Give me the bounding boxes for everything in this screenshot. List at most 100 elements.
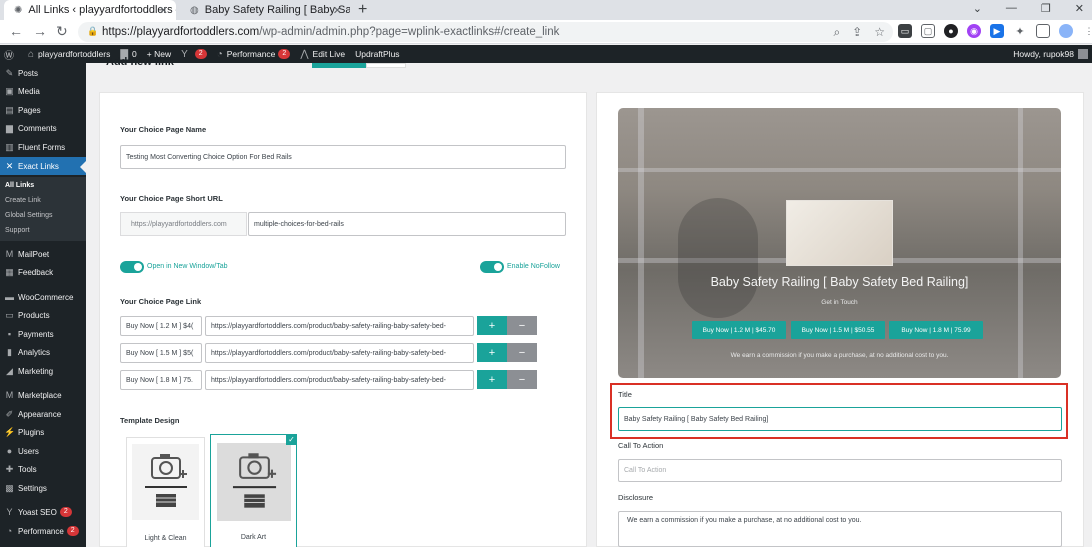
remove-link-button[interactable]: − xyxy=(507,343,537,362)
link-text-input[interactable]: Buy Now [ 1.2 M ] $4( xyxy=(120,316,202,336)
home-icon: ⌂ xyxy=(28,48,35,60)
remove-link-button[interactable]: − xyxy=(507,370,537,389)
template-thumbnail xyxy=(217,443,291,521)
choice-page-name-input[interactable]: Testing Most Converting Choice Option Fo… xyxy=(120,145,566,169)
browser-tab-bar: ✺ All Links ‹ playyardfortoddlers — ✕ ◍ … xyxy=(0,0,1092,20)
template-dark-art[interactable]: ✓ Dark Art xyxy=(210,434,297,547)
preview-product-image xyxy=(786,200,893,266)
sidebar-item-marketing[interactable]: ◢ Marketing xyxy=(0,362,86,380)
header-button-primary[interactable] xyxy=(312,63,366,68)
preview-bg-rail xyxy=(1018,108,1023,378)
sidebar-item-comments[interactable]: ▆ Comments xyxy=(0,119,86,137)
admin-bar-account[interactable]: Howdy, rupok98 xyxy=(1013,49,1088,59)
extension-video-icon[interactable]: ▶ xyxy=(990,24,1004,38)
sidebar-item-plugins[interactable]: ⚡ Plugins xyxy=(0,423,86,441)
browser-tab-baby-safety[interactable]: ◍ Baby Safety Railing [ Baby Safety ✕ xyxy=(180,0,350,20)
performance-badge: 2 xyxy=(278,49,291,59)
forward-icon[interactable]: → xyxy=(33,23,47,39)
submenu-global-settings[interactable]: Global Settings xyxy=(5,212,52,219)
remove-link-button[interactable]: − xyxy=(507,316,537,335)
open-new-window-toggle[interactable] xyxy=(120,261,144,273)
extension-dark-icon[interactable]: ▭ xyxy=(898,24,912,38)
minimize-icon[interactable]: — xyxy=(1006,2,1017,15)
sidebar-item-feedback[interactable]: ▦ Feedback xyxy=(0,263,86,281)
submenu-all-links[interactable]: All Links xyxy=(5,182,34,189)
short-url-label: Your Choice Page Short URL xyxy=(120,194,223,203)
link-url-input[interactable]: https://playyardfortoddlers.com/product/… xyxy=(205,343,474,363)
link-text-input[interactable]: Buy Now [ 1.5 M ] $5( xyxy=(120,343,202,363)
choice-page-name-label: Your Choice Page Name xyxy=(120,125,207,134)
sidebar-item-woocommerce[interactable]: ▬ WooCommerce xyxy=(0,288,86,306)
open-new-window-label: Open in New Window/Tab xyxy=(147,263,228,270)
link-url-input[interactable]: https://playyardfortoddlers.com/product/… xyxy=(205,316,474,336)
performance-icon: ◔ xyxy=(216,48,223,60)
link-text-input[interactable]: Buy Now [ 1.8 M ] 75. xyxy=(120,370,202,390)
extension-color-icon[interactable]: ◉ xyxy=(967,24,981,38)
sidebar-item-marketplace[interactable]: M Marketplace xyxy=(0,386,86,404)
sidebar-item-performance[interactable]: ◔ Performance 2 xyxy=(0,522,86,540)
sidebar-item-pages[interactable]: ▤ Pages xyxy=(0,101,86,119)
submenu-create-link[interactable]: Create Link xyxy=(5,197,41,204)
sidebar-item-payments[interactable]: ▪ Payments xyxy=(0,325,86,343)
nofollow-label: Enable NoFollow xyxy=(507,263,560,270)
url-host: https://playyardfortoddlers.com xyxy=(102,26,260,38)
wordpress-logo-icon[interactable]: Ⓦ xyxy=(4,47,18,62)
close-window-icon[interactable]: ✕ xyxy=(1075,2,1084,15)
sidebar-item-exact-links[interactable]: ✕ Exact Links xyxy=(0,157,86,175)
template-light-clean[interactable]: Light & Clean xyxy=(126,437,205,547)
puzzle-icon[interactable]: ✦ xyxy=(1013,24,1027,38)
address-bar[interactable]: 🔒 https://playyardfortoddlers.com/wp-adm… xyxy=(78,22,893,42)
browser-tab-all-links[interactable]: ✺ All Links ‹ playyardfortoddlers — ✕ xyxy=(4,0,176,20)
cta-input[interactable]: Call To Action xyxy=(618,459,1062,482)
nofollow-toggle[interactable] xyxy=(480,261,504,273)
add-link-button[interactable]: + xyxy=(477,370,507,389)
preview-buy-button[interactable]: Buy Now | 1.8 M | 75.99 xyxy=(889,321,983,339)
extension-circle-icon[interactable]: ● xyxy=(944,24,958,38)
admin-bar-updraft[interactable]: UpdraftPlus xyxy=(355,49,399,59)
omnibox-icons: ⌕ ⇪ ☆ xyxy=(833,25,885,40)
short-url-input[interactable]: multiple-choices-for-bed-rails xyxy=(248,212,566,236)
share-icon[interactable]: ⇪ xyxy=(852,25,862,40)
sidebar-item-mailpoet[interactable]: M MailPoet xyxy=(0,245,86,263)
extension-box-icon[interactable]: ▢ xyxy=(921,24,935,38)
extension-icons: ▭ ▢ ● ◉ ▶ ✦ ⋮ xyxy=(898,24,1092,38)
sidebar-item-posts[interactable]: ✎ Posts xyxy=(0,64,86,82)
admin-bar-yoast[interactable]: Y2 xyxy=(181,49,207,60)
submenu-support[interactable]: Support xyxy=(5,227,30,234)
reload-icon[interactable]: ↻ xyxy=(56,23,68,40)
sidebar-item-products[interactable]: ▭ Products xyxy=(0,306,86,324)
close-tab-icon[interactable]: ✕ xyxy=(333,4,342,17)
add-link-button[interactable]: + xyxy=(477,316,507,335)
marketing-icon: ◢ xyxy=(6,365,13,376)
new-tab-icon[interactable]: + xyxy=(358,1,367,19)
profile-avatar[interactable] xyxy=(1059,24,1073,38)
sidebar-item-users[interactable]: ● Users xyxy=(0,442,86,460)
restore-icon[interactable]: ❐ xyxy=(1041,2,1051,15)
back-icon[interactable]: ← xyxy=(9,23,23,39)
sidebar-item-analytics[interactable]: ▮ Analytics xyxy=(0,343,86,361)
admin-bar-performance[interactable]: ◔ Performance 2 xyxy=(217,49,291,60)
admin-bar-edit-live[interactable]: ⋀ Edit Live xyxy=(300,49,345,60)
add-link-button[interactable]: + xyxy=(477,343,507,362)
sidebar-item-appearance[interactable]: ✐ Appearance xyxy=(0,405,86,423)
disclosure-textarea[interactable]: We earn a commission if you make a purch… xyxy=(618,511,1062,547)
zoom-icon[interactable]: ⌕ xyxy=(833,25,840,40)
link-url-input[interactable]: https://playyardfortoddlers.com/product/… xyxy=(205,370,474,390)
sidebar-item-fluent-forms[interactable]: ▥ Fluent Forms xyxy=(0,138,86,156)
template-name: Dark Art xyxy=(240,534,267,541)
title-highlight-box xyxy=(610,383,1068,439)
sidebar-item-tools[interactable]: ✚ Tools xyxy=(0,460,86,478)
menu-dots-icon[interactable]: ⋮ xyxy=(1082,24,1092,38)
header-button-secondary[interactable] xyxy=(366,63,406,68)
bookmark-star-icon[interactable]: ☆ xyxy=(874,25,885,40)
close-tab-icon[interactable]: ✕ xyxy=(159,4,168,17)
sidebar-item-yoast-seo[interactable]: Y Yoast SEO 2 xyxy=(0,503,86,521)
sidebar-item-media[interactable]: ▣ Media xyxy=(0,82,86,100)
admin-bar-site[interactable]: ⌂ playyardfortoddlers xyxy=(28,49,110,60)
chevron-down-icon[interactable]: ⌄ xyxy=(973,2,982,15)
sidebar-item-settings[interactable]: ▩ Settings xyxy=(0,479,86,497)
preview-buy-button[interactable]: Buy Now | 1.2 M | $45.70 xyxy=(692,321,786,339)
plugins-icon: ⚡ xyxy=(4,426,16,437)
preview-buy-button[interactable]: Buy Now | 1.5 M | $50.55 xyxy=(791,321,885,339)
side-panel-icon[interactable] xyxy=(1036,24,1050,38)
